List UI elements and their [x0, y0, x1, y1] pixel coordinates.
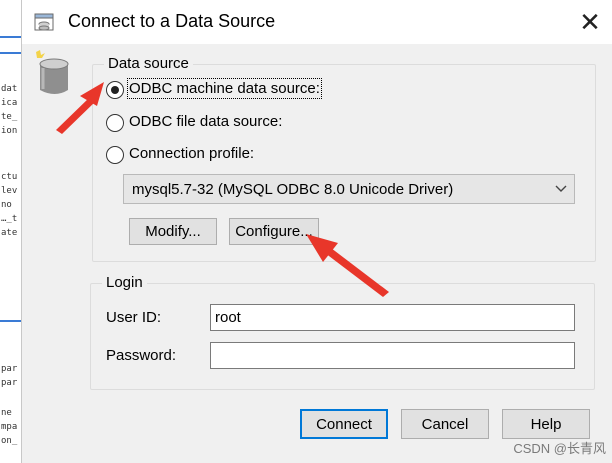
annotation-arrows [56, 82, 389, 297]
arrow-to-configure [306, 234, 389, 297]
arrow-to-odbc-machine [56, 82, 104, 134]
watermark-text: CSDN @长青风 [513, 441, 606, 456]
